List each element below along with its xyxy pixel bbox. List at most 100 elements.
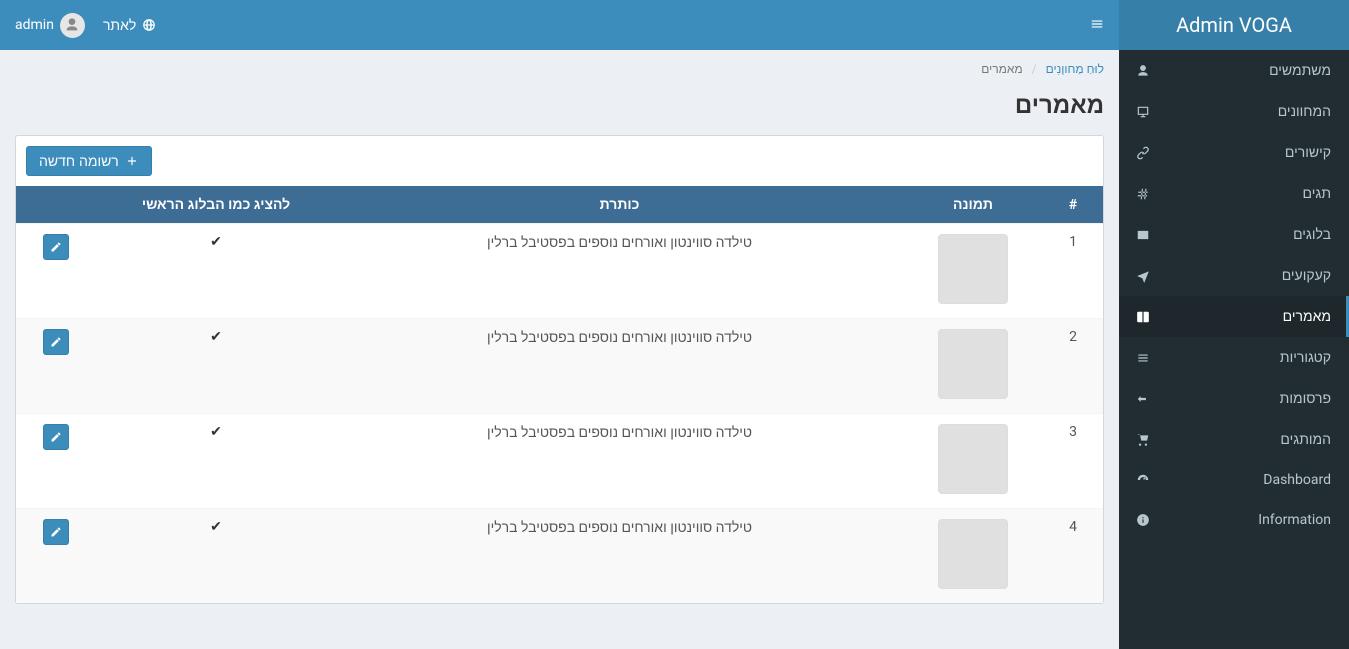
edit-button[interactable] [43,424,69,450]
sidebar-item-label: תגים [1162,185,1331,202]
sidebar-item-label: קעקועים [1162,267,1331,284]
bars-icon [1090,17,1104,31]
sidebar-item-tattoos[interactable]: קעקועים [1119,255,1349,296]
row-actions [16,224,96,319]
sidebar-item-articles[interactable]: מאמרים [1119,296,1349,337]
navbar: לאתר admin [0,0,1119,50]
sidebar-item-label: Dashboard [1162,472,1331,488]
avatar [60,13,85,38]
content: לוּחַ מַחווָנִים / מאמרים מאמרים רשומה ח… [0,0,1119,649]
sidebar-item-gauges[interactable]: המחוונים [1119,91,1349,132]
new-record-button[interactable]: רשומה חדשה [26,146,152,176]
row-actions [16,414,96,509]
user-icon [1134,64,1152,78]
hash-icon [1134,187,1152,201]
sidebar: משתמשים המחוונים קישורים תגים בלוגים קעק… [1119,50,1349,649]
breadcrumb: לוּחַ מַחווָנִים / מאמרים [0,50,1119,76]
pencil-icon [50,526,62,538]
sidebar-item-users[interactable]: משתמשים [1119,50,1349,91]
pencil-icon [50,336,62,348]
site-link[interactable]: לאתר [103,17,156,34]
sidebar-item-links[interactable]: קישורים [1119,132,1349,173]
globe-icon [142,18,156,32]
sidebar-item-information[interactable]: Information [1119,500,1349,540]
plane-icon [1134,269,1152,283]
table-row: 3 טילדה סווינטון ואורחים נוספים בפסטיבל … [16,414,1103,509]
row-index: 4 [1043,509,1103,604]
sidebar-item-tags[interactable]: תגים [1119,173,1349,214]
edit-button[interactable] [43,234,69,260]
brand-logo[interactable]: Admin VOGA [1119,0,1349,50]
sidebar-item-label: מאמרים [1162,308,1331,325]
th-image: תמונה [903,186,1043,224]
link-icon [1134,146,1152,160]
info-icon [1134,513,1152,527]
row-thumb-cell [903,414,1043,509]
edit-button[interactable] [43,329,69,355]
row-main: ✔ [96,319,336,414]
sidebar-item-label: פרסומות [1162,390,1331,407]
user-menu[interactable]: admin [15,13,85,38]
sidebar-item-label: המחוונים [1162,103,1331,120]
sidebar-item-label: קטגוריות [1162,349,1331,366]
breadcrumb-current: מאמרים [981,62,1022,76]
row-title: טילדה סווינטון ואורחים נוספים בפסטיבל בר… [336,224,903,319]
book-icon [1134,310,1152,324]
check-icon: ✔ [210,234,222,250]
cart-icon [1134,433,1152,447]
thumbnail[interactable] [938,329,1008,399]
sidebar-toggle[interactable] [1090,16,1104,35]
row-main: ✔ [96,509,336,604]
user-name: admin [15,17,54,33]
sidebar-item-label: Information [1162,512,1331,528]
sidebar-item-label: משתמשים [1162,62,1331,79]
th-index: # [1043,186,1103,224]
brand-text: Admin VOGA [1176,13,1292,37]
breadcrumb-separator: / [1032,62,1037,76]
gauge-icon [1134,105,1152,119]
sidebar-item-label: קישורים [1162,144,1331,161]
row-index: 2 [1043,319,1103,414]
list-icon [1134,351,1152,365]
table-row: 1 טילדה סווינטון ואורחים נוספים בפסטיבל … [16,224,1103,319]
sidebar-item-brands[interactable]: המותגים [1119,419,1349,460]
new-record-label: רשומה חדשה [39,153,119,169]
row-thumb-cell [903,224,1043,319]
sidebar-item-ads[interactable]: פרסומות [1119,378,1349,419]
table-row: 2 טילדה סווינטון ואורחים נוספים בפסטיבל … [16,319,1103,414]
sidebar-item-blogs[interactable]: בלוגים [1119,214,1349,255]
row-index: 3 [1043,414,1103,509]
check-icon: ✔ [210,519,222,535]
navbar-right [1090,16,1104,35]
sidebar-item-categories[interactable]: קטגוריות [1119,337,1349,378]
thumbnail[interactable] [938,519,1008,589]
row-index: 1 [1043,224,1103,319]
row-title: טילדה סווינטון ואורחים נוספים בפסטיבל בר… [336,414,903,509]
th-title: כותרת [336,186,903,224]
row-thumb-cell [903,319,1043,414]
th-actions [16,186,96,224]
sidebar-item-label: המותגים [1162,431,1331,448]
check-icon: ✔ [210,329,222,345]
thumbnail[interactable] [938,234,1008,304]
table-row: 4 טילדה סווינטון ואורחים נוספים בפסטיבל … [16,509,1103,604]
breadcrumb-home[interactable]: לוּחַ מַחווָנִים [1046,62,1104,76]
box-header: רשומה חדשה [16,136,1103,186]
row-main: ✔ [96,414,336,509]
row-title: טילדה סווינטון ואורחים נוספים בפסטיבל בר… [336,509,903,604]
edit-button[interactable] [43,519,69,545]
site-link-label: לאתר [103,17,136,34]
check-icon: ✔ [210,424,222,440]
dashboard-icon [1134,473,1152,487]
articles-box: רשומה חדשה # תמונה כותרת להציג כמו הבלוג… [15,135,1104,604]
th-main: להציג כמו הבלוג הראשי [96,186,336,224]
sidebar-item-dashboard[interactable]: Dashboard [1119,460,1349,500]
thumbnail[interactable] [938,424,1008,494]
user-silhouette-icon [64,17,80,33]
card-icon [1134,228,1152,242]
row-main: ✔ [96,224,336,319]
row-actions [16,319,96,414]
row-thumb-cell [903,509,1043,604]
articles-table: # תמונה כותרת להציג כמו הבלוג הראשי 1 טי… [16,186,1103,603]
arrow-icon [1134,392,1152,406]
